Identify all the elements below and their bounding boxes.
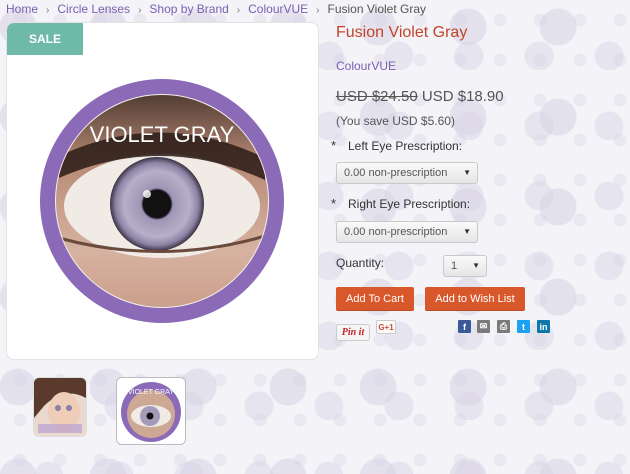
breadcrumb-circle-lenses[interactable]: Circle Lenses xyxy=(57,2,130,16)
required-mark: * xyxy=(331,196,337,211)
print-glyph: ⎙ xyxy=(499,321,508,331)
quantity-label: Quantity: xyxy=(336,256,385,270)
chevron-down-icon: ▼ xyxy=(463,168,471,177)
product-image-card[interactable]: SALE VIOLET GRAY xyxy=(6,22,319,360)
thumbnail-lens[interactable]: VIOLET GRAY xyxy=(116,377,186,445)
breadcrumb-colourvue[interactable]: ColourVUE xyxy=(248,2,308,16)
lens-label: VIOLET GRAY xyxy=(90,122,235,147)
model-photo-image xyxy=(34,378,86,436)
breadcrumb-separator-icon: › xyxy=(46,5,50,16)
savings-text: (You save USD $5.60) xyxy=(336,114,455,128)
pinterest-pinit-button[interactable]: Pin it xyxy=(336,324,370,341)
linkedin-icon[interactable]: in xyxy=(537,320,550,333)
chevron-down-icon: ▼ xyxy=(463,227,471,236)
right-eye-label: Right Eye Prescription: xyxy=(348,197,471,211)
lens-thumbnail-image: VIOLET GRAY xyxy=(117,378,185,444)
add-to-cart-button[interactable]: Add To Cart xyxy=(336,287,414,310)
twitter-glyph: t xyxy=(522,321,525,332)
price: USD $24.50 USD $18.90 xyxy=(336,88,504,105)
print-icon[interactable]: ⎙ xyxy=(497,320,510,333)
google-plus-button[interactable]: G+1 xyxy=(376,320,396,334)
breadcrumb: Home › Circle Lenses › Shop by Brand › ColourV… xyxy=(6,2,426,16)
linkedin-glyph: in xyxy=(539,321,548,332)
breadcrumb-separator-icon: › xyxy=(138,5,142,16)
facebook-glyph: f xyxy=(463,321,466,332)
quantity-select[interactable]: 1 ▼ xyxy=(443,255,487,277)
breadcrumb-home[interactable]: Home xyxy=(6,2,38,16)
sale-badge: SALE xyxy=(7,23,83,55)
email-glyph: ✉ xyxy=(479,321,488,331)
right-eye-value: 0.00 non-prescription xyxy=(344,226,448,238)
quantity-value: 1 xyxy=(451,260,458,272)
twitter-icon[interactable]: t xyxy=(517,320,530,333)
required-mark: * xyxy=(331,138,337,153)
left-eye-label: Left Eye Prescription: xyxy=(348,139,463,153)
thumbnail-model[interactable] xyxy=(33,377,87,437)
old-price: USD $24.50 xyxy=(336,88,418,105)
brand-link[interactable]: ColourVUE xyxy=(336,59,396,73)
chevron-down-icon: ▼ xyxy=(472,261,480,270)
lens-product-image: VIOLET GRAY xyxy=(40,79,284,323)
facebook-icon[interactable]: f xyxy=(458,320,471,333)
breadcrumb-shop-by-brand[interactable]: Shop by Brand xyxy=(149,2,228,16)
left-eye-select[interactable]: 0.00 non-prescription ▼ xyxy=(336,162,478,184)
left-eye-value: 0.00 non-prescription xyxy=(344,167,448,179)
breadcrumb-separator-icon: › xyxy=(236,5,241,16)
sale-price: USD $18.90 xyxy=(421,88,504,105)
product-title: Fusion Violet Gray xyxy=(336,24,468,41)
thumbnail-lens-label: VIOLET GRAY xyxy=(128,389,174,396)
right-eye-select[interactable]: 0.00 non-prescription ▼ xyxy=(336,221,478,243)
email-icon[interactable]: ✉ xyxy=(477,320,490,333)
add-to-wishlist-button[interactable]: Add to Wish List xyxy=(425,287,525,310)
breadcrumb-current: Fusion Violet Gray xyxy=(327,2,427,16)
breadcrumb-separator-icon: › xyxy=(316,5,320,16)
